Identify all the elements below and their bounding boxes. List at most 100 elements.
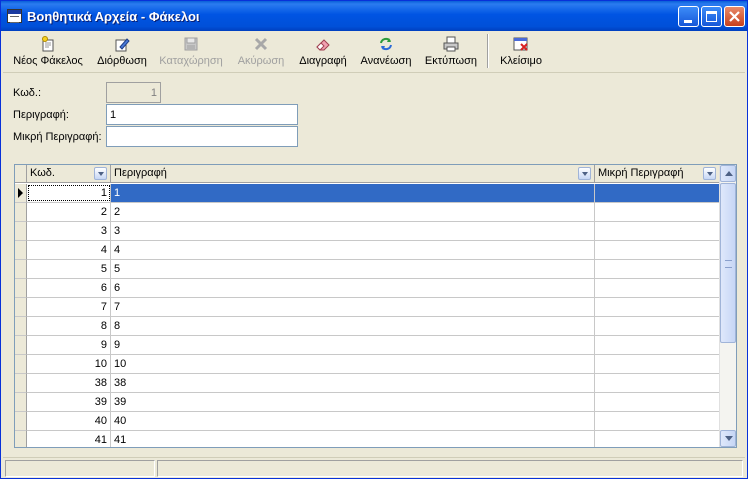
cell-short-description[interactable]	[595, 412, 720, 430]
scroll-up-button[interactable]	[720, 165, 736, 182]
title-bar[interactable]: Βοηθητικά Αρχεία - Φάκελοι	[1, 1, 747, 31]
row-indicator[interactable]	[15, 241, 27, 260]
chevron-down-icon[interactable]	[703, 167, 716, 180]
cell-code[interactable]: 5	[27, 260, 111, 278]
chevron-down-icon[interactable]	[578, 167, 591, 180]
cell-description[interactable]: 40	[111, 412, 595, 430]
cell-short-description[interactable]	[595, 317, 720, 335]
cell-description[interactable]: 38	[111, 374, 595, 392]
cell-description[interactable]: 8	[111, 317, 595, 335]
row-indicator[interactable]	[15, 222, 27, 241]
minimize-button[interactable]	[678, 6, 699, 27]
new-folder-button[interactable]: Νέος Φάκελος	[11, 34, 85, 68]
cell-description[interactable]: 6	[111, 279, 595, 297]
table-row[interactable]: 22	[27, 203, 720, 222]
delete-button[interactable]: Διαγραφή	[297, 34, 349, 68]
cell-description[interactable]: 2	[111, 203, 595, 221]
close-button[interactable]: Κλείσιμο	[497, 34, 545, 68]
row-indicator[interactable]	[15, 355, 27, 374]
table-row[interactable]: 40 40	[27, 412, 720, 431]
description-field[interactable]	[106, 104, 298, 125]
cell-short-description[interactable]	[595, 184, 720, 202]
cancel-button[interactable]: Ακύρωση	[235, 34, 287, 68]
row-indicator[interactable]	[15, 298, 27, 317]
cell-short-description[interactable]	[595, 336, 720, 354]
table-row[interactable]: 33	[27, 222, 720, 241]
table-row[interactable]: 66	[27, 279, 720, 298]
print-button[interactable]: Εκτύπωση	[423, 34, 479, 68]
cell-code[interactable]: 1	[27, 184, 111, 202]
cell-code[interactable]: 41	[27, 431, 111, 447]
code-field[interactable]	[106, 82, 161, 103]
cell-description[interactable]: 41	[111, 431, 595, 447]
cell-code[interactable]: 38	[27, 374, 111, 392]
table-row[interactable]: 77	[27, 298, 720, 317]
save-button[interactable]: Καταχώρηση	[158, 34, 224, 68]
cell-short-description[interactable]	[595, 393, 720, 411]
short-description-field[interactable]	[106, 126, 298, 147]
cell-code[interactable]: 10	[27, 355, 111, 373]
table-row[interactable]: 99	[27, 336, 720, 355]
table-row[interactable]: 88	[27, 317, 720, 336]
table-row[interactable]: 11	[27, 184, 720, 203]
cell-description[interactable]: 3	[111, 222, 595, 240]
folders-grid[interactable]: Κωδ. Περιγραφή Μικρή Περιγραφή 112233445…	[14, 164, 737, 448]
row-indicator[interactable]	[15, 203, 27, 222]
row-indicator[interactable]	[15, 374, 27, 393]
cell-description[interactable]: 9	[111, 336, 595, 354]
cell-code[interactable]: 4	[27, 241, 111, 259]
row-indicator[interactable]	[15, 260, 27, 279]
cell-code[interactable]: 39	[27, 393, 111, 411]
cell-description[interactable]: 1	[111, 184, 595, 202]
table-row[interactable]: 39 39	[27, 393, 720, 412]
cell-short-description[interactable]	[595, 279, 720, 297]
cell-code[interactable]: 8	[27, 317, 111, 335]
scroll-thumb[interactable]	[720, 183, 736, 343]
cell-code[interactable]: 2	[27, 203, 111, 221]
row-indicator[interactable]	[15, 431, 27, 447]
table-row[interactable]: 38 38	[27, 374, 720, 393]
cell-short-description[interactable]	[595, 241, 720, 259]
row-indicator[interactable]	[15, 412, 27, 431]
column-header-code[interactable]: Κωδ.	[27, 165, 111, 183]
row-indicator[interactable]	[15, 279, 27, 298]
column-header-short-description[interactable]: Μικρή Περιγραφή	[595, 165, 720, 183]
edit-button[interactable]: Διόρθωση	[95, 34, 149, 68]
cell-description[interactable]: 7	[111, 298, 595, 316]
cell-short-description[interactable]	[595, 298, 720, 316]
cell-short-description[interactable]	[595, 222, 720, 240]
row-indicator[interactable]	[15, 336, 27, 355]
row-indicator[interactable]	[15, 317, 27, 336]
cell-code[interactable]: 6	[27, 279, 111, 297]
cell-description[interactable]: 10	[111, 355, 595, 373]
scroll-down-button[interactable]	[720, 430, 736, 447]
refresh-button[interactable]: Ανανέωση	[359, 34, 413, 68]
vertical-scrollbar[interactable]	[719, 165, 736, 447]
close-window-button[interactable]	[724, 6, 745, 27]
cell-description[interactable]: 5	[111, 260, 595, 278]
row-indicator[interactable]	[15, 184, 27, 203]
app-window-icon	[7, 9, 22, 23]
chevron-down-icon[interactable]	[94, 167, 107, 180]
cell-code[interactable]: 7	[27, 298, 111, 316]
cell-code[interactable]: 40	[27, 412, 111, 430]
cell-description[interactable]: 39	[111, 393, 595, 411]
table-row[interactable]: 55	[27, 260, 720, 279]
table-row[interactable]: 44	[27, 241, 720, 260]
cell-code[interactable]: 3	[27, 222, 111, 240]
table-row[interactable]: 10 10	[27, 355, 720, 374]
maximize-button[interactable]	[701, 6, 722, 27]
cell-short-description[interactable]	[595, 355, 720, 373]
record-form: Κωδ.: Περιγραφή: Μικρή Περιγραφή:	[3, 72, 745, 154]
cell-short-description[interactable]	[595, 203, 720, 221]
row-indicator[interactable]	[15, 393, 27, 412]
cell-code[interactable]: 9	[27, 336, 111, 354]
column-header-description[interactable]: Περιγραφή	[111, 165, 595, 183]
table-row[interactable]: 41 41	[27, 431, 720, 447]
cell-short-description[interactable]	[595, 431, 720, 447]
save-label: Καταχώρηση	[159, 55, 223, 67]
window-title: Βοηθητικά Αρχεία - Φάκελοι	[27, 9, 200, 24]
cell-short-description[interactable]	[595, 260, 720, 278]
cell-description[interactable]: 4	[111, 241, 595, 259]
cell-short-description[interactable]	[595, 374, 720, 392]
